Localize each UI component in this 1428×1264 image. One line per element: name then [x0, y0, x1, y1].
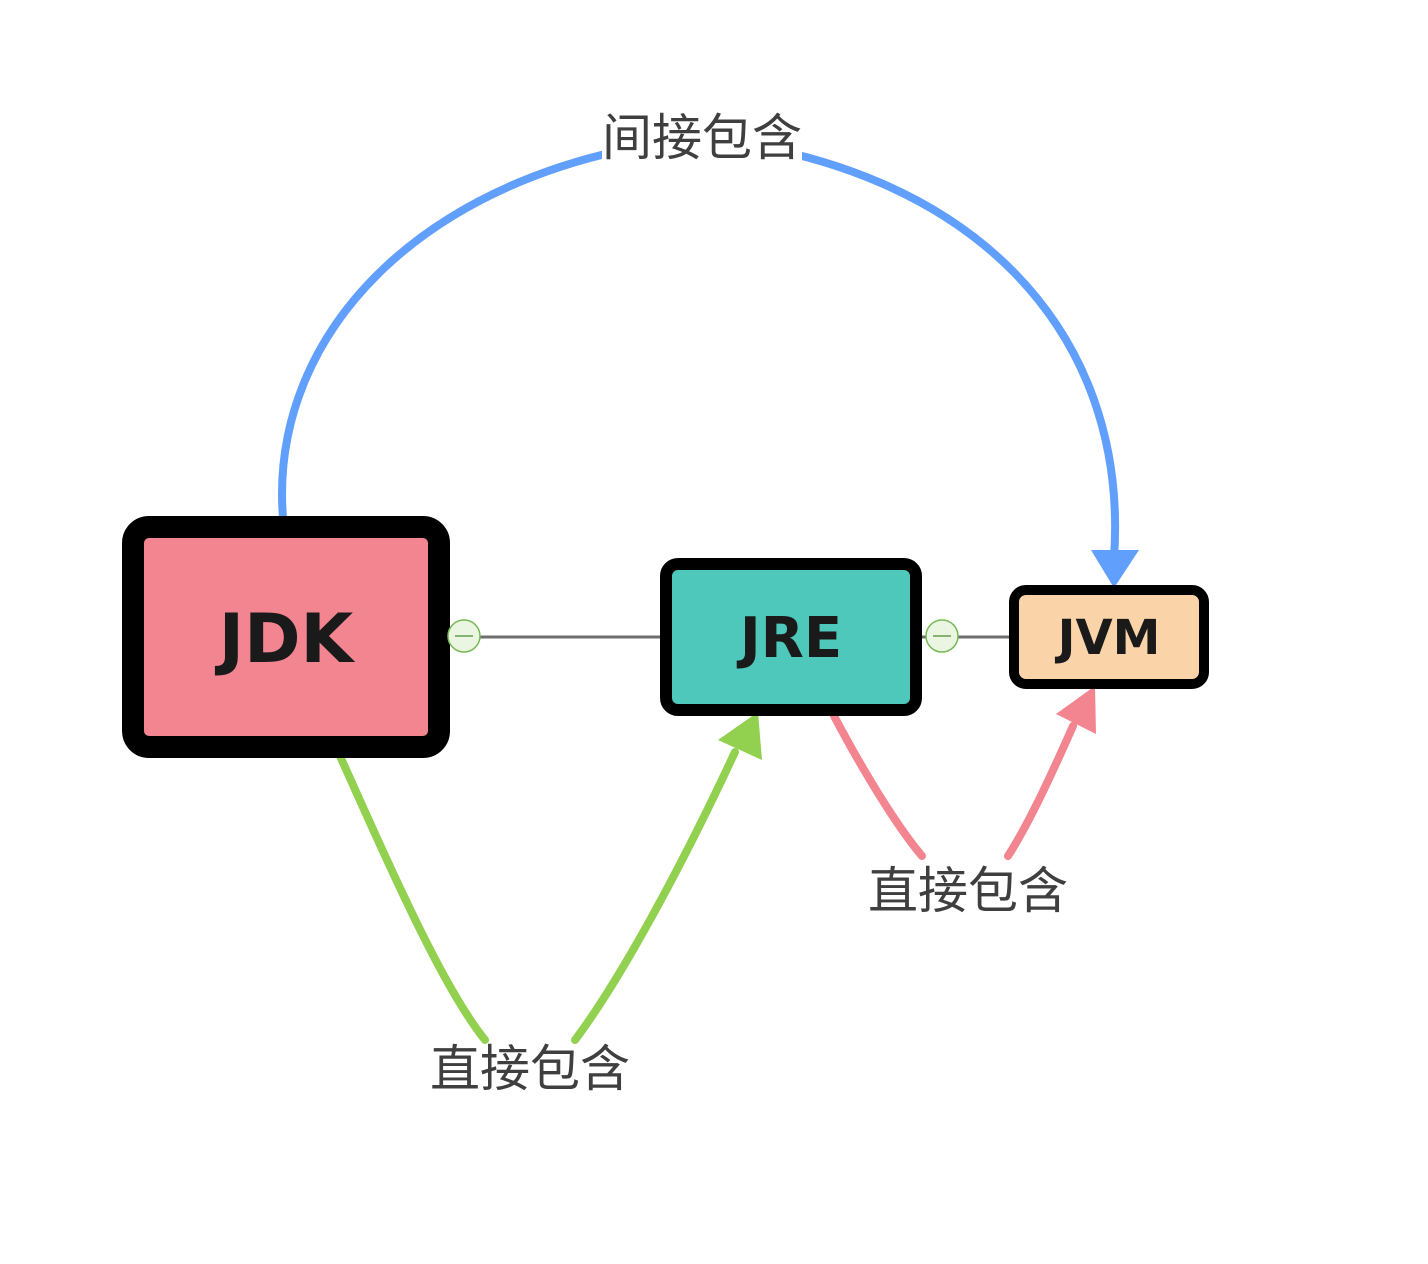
edge-jre-to-jvm-line — [830, 712, 1077, 860]
edge-jdk-to-jvm-label: 间接包含 — [602, 109, 802, 167]
node-jvm[interactable]: JVM — [1009, 585, 1209, 689]
node-jdk-label: JDK — [215, 600, 356, 679]
edge-jre-to-jvm: 直接包含 — [830, 686, 1096, 920]
edge-jdk-to-jre: 直接包含 — [336, 712, 762, 1098]
edge-jre-to-jvm-label: 直接包含 — [868, 862, 1068, 920]
edge-jdk-to-jre-label: 直接包含 — [430, 1040, 630, 1098]
edge-jdk-to-jre-line — [336, 748, 739, 1044]
node-jre-label: JRE — [736, 606, 842, 671]
edge-jdk-to-jre-arrowhead — [718, 712, 762, 760]
node-jvm-label: JVM — [1055, 610, 1161, 666]
collapse-button-jre[interactable] — [925, 619, 959, 653]
edge-jdk-to-jvm-arrowhead — [1091, 550, 1139, 588]
node-jdk[interactable]: JDK — [122, 516, 450, 758]
node-jre[interactable]: JRE — [660, 558, 922, 716]
collapse-button-jdk[interactable] — [447, 619, 481, 653]
edge-jdk-to-jvm-line — [278, 133, 1120, 562]
relationship-diagram: 间接包含 直接包含 直接包含 JDK JRE JVM — [122, 108, 1209, 1098]
